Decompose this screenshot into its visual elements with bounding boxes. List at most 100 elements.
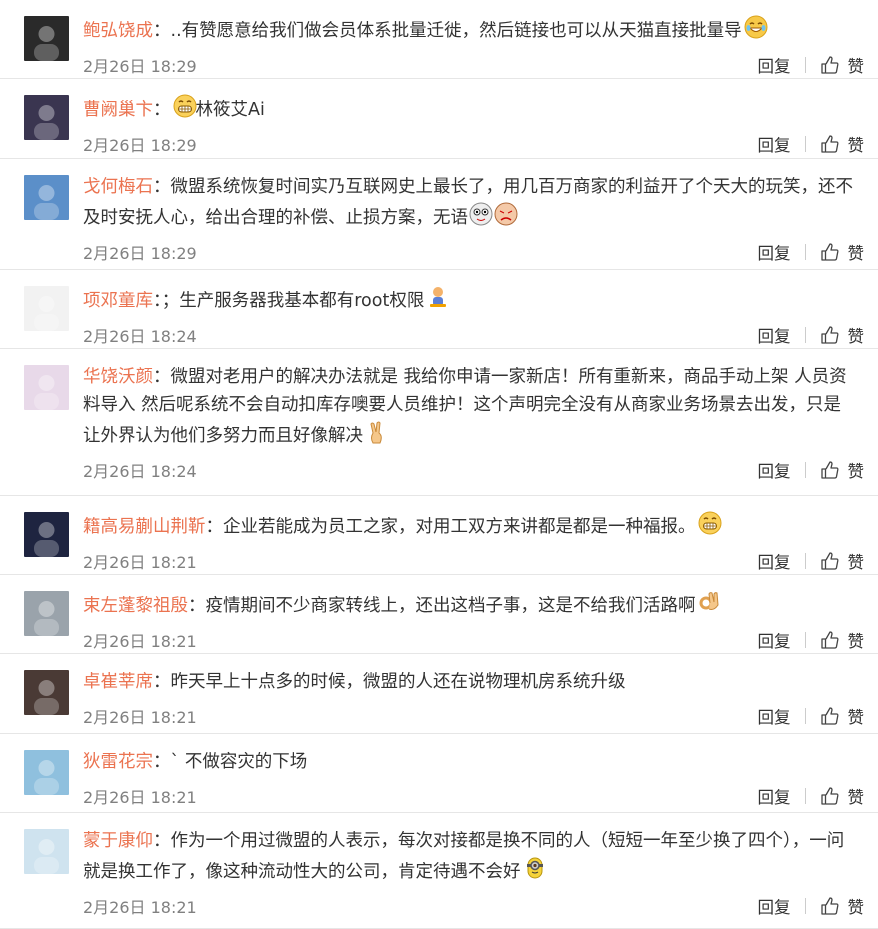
avatar[interactable] [24, 365, 69, 410]
divider [804, 898, 806, 914]
comment-item: 项邓童库：；生产服务器我基本都有root权限 2月26日 18:24 回复 赞 [0, 270, 878, 349]
avatar[interactable] [24, 16, 69, 61]
divider [804, 327, 806, 343]
reply-button[interactable]: 回复 [758, 628, 791, 652]
comment-text: 蒙于康仰：作为一个用过微盟的人表示，每次对接都是换不同的人（短短一年至少换了四个… [83, 831, 845, 882]
comment-meta: 2月26日 18:24 回复 赞 [83, 450, 864, 490]
avatar[interactable] [24, 95, 69, 140]
timestamp: 2月26日 18:24 [83, 462, 197, 481]
divider [804, 136, 806, 152]
reply-button[interactable]: 回复 [758, 53, 791, 77]
reply-button[interactable]: 回复 [758, 784, 791, 808]
commenter-name-link[interactable]: 华饶沃颜 [83, 367, 153, 387]
comment-item: 狄雷花宗：` 不做容灾的下场 2月26日 18:21 回复 赞 [0, 734, 878, 813]
comment-content: ；生产服务器我基本都有root权限 [161, 291, 425, 311]
divider [804, 632, 806, 648]
comment-actions: 回复 赞 [758, 458, 865, 482]
comment-content: ` 不做容灾的下场 [170, 752, 308, 772]
commenter-name-link[interactable]: 蒙于康仰 [83, 831, 153, 851]
thumbs-up-icon [820, 242, 848, 262]
reply-button[interactable]: 回复 [758, 894, 791, 918]
comment-item: 束左蓬黎祖殷：疫情期间不少商家转线上，还出这档子事，这是不给我们活路啊 2月26日… [0, 575, 878, 654]
comment-content: 林筱艾Ai [195, 100, 265, 120]
comment-text: 卓崔莘席：昨天早上十点多的时候，微盟的人还在说物理机房系统升级 [83, 672, 626, 692]
reply-button[interactable]: 回复 [758, 240, 791, 264]
divider [804, 788, 806, 804]
like-button[interactable]: 赞 [820, 549, 865, 573]
commenter-name-link[interactable]: 卓崔莘席 [83, 672, 153, 692]
comment-text: 华饶沃颜：微盟对老用户的解决办法就是 我给你申请一家新店！所有重新来，商品手动上… [83, 367, 847, 446]
comment-list: 鲍弘饶成：..有赞愿意给我们做会员体系批量迁徙，然后链接也可以从天猫直接批量导 2… [0, 0, 878, 929]
like-button[interactable]: 赞 [820, 240, 865, 264]
timestamp: 2月26日 18:24 [83, 327, 197, 346]
like-button[interactable]: 赞 [820, 132, 865, 156]
reply-button[interactable]: 回复 [758, 549, 791, 573]
like-button[interactable]: 赞 [820, 784, 864, 808]
comment-actions: 回复 赞 [758, 132, 865, 156]
commenter-name-link[interactable]: 项邓童库 [83, 291, 153, 311]
like-button[interactable]: 赞 [820, 458, 865, 482]
comment-text: 束左蓬黎祖殷：疫情期间不少商家转线上，还出这档子事，这是不给我们活路啊 [83, 589, 864, 620]
comment-actions: 回复 赞 [758, 549, 865, 573]
avatar[interactable] [24, 750, 69, 795]
thumbs-up-icon [820, 630, 848, 650]
timestamp: 2月26日 18:29 [83, 136, 197, 155]
avatar[interactable] [24, 829, 69, 874]
timestamp: 2月26日 18:21 [83, 708, 197, 727]
timestamp: 2月26日 18:21 [83, 898, 197, 917]
like-button[interactable]: 赞 [820, 894, 864, 918]
divider [804, 244, 806, 260]
like-button[interactable]: 赞 [820, 704, 865, 728]
commenter-name-link[interactable]: 曹阙巢卞 [83, 100, 153, 120]
comment-item: 华饶沃颜：微盟对老用户的解决办法就是 我给你申请一家新店！所有重新来，商品手动上… [0, 349, 878, 496]
like-label: 赞 [847, 708, 865, 727]
minion-emoji [522, 855, 546, 879]
comment-item: 戈何梅石：微盟系统恢复时间实乃互联网史上最长了，用几百万商家的利益开了个天大的玩… [0, 159, 878, 270]
comment-meta: 2月26日 18:29 回复 赞 [83, 232, 864, 272]
divider [804, 708, 806, 724]
like-label: 赞 [847, 553, 865, 572]
reply-button[interactable]: 回复 [758, 704, 791, 728]
comment-meta: 2月26日 18:21 回复 赞 [83, 776, 864, 816]
comment-content: 微盟系统恢复时间实乃互联网史上最长了，用几百万商家的利益开了个天大的玩笑，还不及… [83, 177, 853, 228]
thumbs-up-icon [820, 55, 848, 75]
thumbs-up-icon [820, 460, 848, 480]
reply-button[interactable]: 回复 [758, 323, 791, 347]
commenter-name-link[interactable]: 束左蓬黎祖殷 [83, 596, 188, 616]
like-label: 赞 [847, 327, 865, 346]
like-button[interactable]: 赞 [820, 628, 864, 652]
avatar[interactable] [24, 175, 69, 220]
avatar[interactable] [24, 670, 69, 715]
comment-meta: 2月26日 18:21 回复 赞 [83, 886, 864, 926]
thumbs-up-icon [820, 551, 848, 571]
comment-text: 狄雷花宗：` 不做容灾的下场 [83, 752, 308, 772]
divider [804, 57, 806, 73]
commenter-name-link[interactable]: 籍高易蒯山荆靳 [83, 517, 206, 537]
avatar[interactable] [24, 512, 69, 557]
commenter-name-link[interactable]: 狄雷花宗 [83, 752, 153, 772]
comment-actions: 回复 赞 [758, 323, 865, 347]
avatar[interactable] [24, 286, 69, 331]
comment-actions: 回复 赞 [758, 53, 864, 77]
thumbs-up-icon [820, 706, 848, 726]
like-button[interactable]: 赞 [820, 323, 865, 347]
commenter-name-link[interactable]: 鲍弘饶成 [83, 21, 153, 41]
like-label: 赞 [847, 136, 865, 155]
comment-text: 戈何梅石：微盟系统恢复时间实乃互联网史上最长了，用几百万商家的利益开了个天大的玩… [83, 177, 853, 228]
like-button[interactable]: 赞 [820, 53, 864, 77]
timestamp: 2月26日 18:21 [83, 788, 197, 807]
reply-button[interactable]: 回复 [758, 458, 791, 482]
ok-hand-emoji [697, 589, 721, 613]
victory-hand-emoji [364, 419, 388, 444]
like-label: 赞 [847, 244, 865, 263]
divider [804, 553, 806, 569]
like-label: 赞 [847, 462, 865, 481]
grin-emoji [172, 93, 196, 118]
divider [804, 462, 806, 478]
reply-button[interactable]: 回复 [758, 132, 791, 156]
comment-actions: 回复 赞 [758, 240, 865, 264]
comment-content: 疫情期间不少商家转线上，还出这档子事，这是不给我们活路啊 [205, 596, 696, 616]
avatar[interactable] [24, 591, 69, 636]
commenter-name-link[interactable]: 戈何梅石 [83, 177, 153, 197]
comment-actions: 回复 赞 [758, 784, 864, 808]
